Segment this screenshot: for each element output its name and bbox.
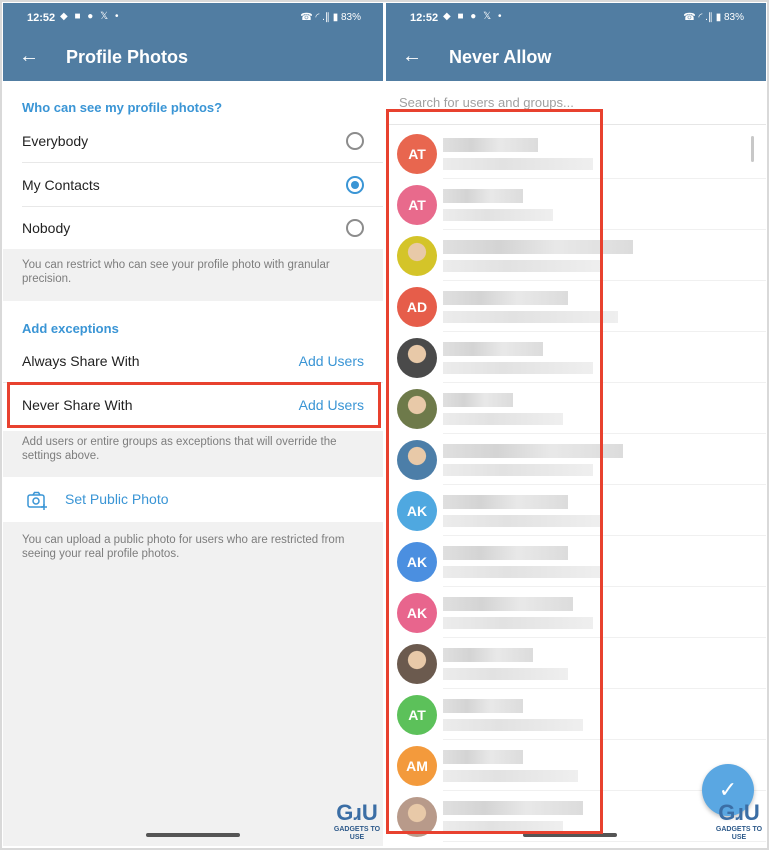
checkmark-icon: ✓ <box>718 777 738 802</box>
always-share-label: Always Share With <box>22 353 140 369</box>
option-label: Everybody <box>22 133 89 149</box>
back-arrow-icon[interactable]: ← <box>402 46 422 66</box>
who-can-see-header: Who can see my profile photos? <box>22 100 223 115</box>
back-arrow-icon[interactable]: ← <box>19 46 39 66</box>
set-public-photo-label: Set Public Photo <box>65 491 169 507</box>
exceptions-hint: Add users or entire groups as exceptions… <box>22 436 337 462</box>
status-bar: 12:52 ◆ ■ ● 𝕏 • ☎ ◜ .∥ ▮ 83% <box>386 3 766 33</box>
status-bar: 12:52 ◆ ■ ● 𝕏 • ☎ ◜ .∥ ▮ 83% <box>3 3 383 33</box>
contact-list-highlight-box <box>386 109 603 834</box>
who-can-see-section: Who can see my profile photos? Everybody… <box>3 81 383 249</box>
notification-icons: ◆ ■ ● 𝕏 • <box>60 11 121 22</box>
home-pill[interactable] <box>146 833 240 837</box>
page-title: Never Allow <box>449 47 552 67</box>
notification-icons: ◆ ■ ● 𝕏 • <box>443 11 504 22</box>
signal-icons: ☎ ◜ .∥ ▮ <box>300 12 339 23</box>
status-right: ☎ ◜ .∥ ▮ 83% <box>683 12 744 23</box>
app-bar: ← Profile Photos <box>3 33 383 81</box>
watermark-logo: GɹU GADGETS TO USE <box>333 800 381 841</box>
set-public-photo-row[interactable]: Set Public Photo <box>3 477 383 522</box>
option-nobody[interactable]: Nobody <box>3 206 383 250</box>
always-share-add-users-button[interactable]: Add Users <box>299 353 364 369</box>
camera-plus-icon <box>27 491 47 510</box>
nav-bar <box>3 824 383 846</box>
signal-icons: ☎ ◜ .∥ ▮ <box>683 12 722 23</box>
page-title: Profile Photos <box>66 47 189 67</box>
option-label: Nobody <box>22 220 71 236</box>
option-my-contacts[interactable]: My Contacts <box>3 163 383 207</box>
radio-button[interactable] <box>346 132 364 150</box>
watermark-logo: GɹU GADGETS TO USE <box>715 800 763 841</box>
always-share-row[interactable]: Always Share With Add Users <box>3 339 383 383</box>
watermark-brand: GɹU <box>718 800 760 825</box>
watermark-tagline: GADGETS TO USE <box>715 826 763 841</box>
battery-level: 83% <box>723 12 744 23</box>
public-photo-hint: You can upload a public photo for users … <box>22 534 345 560</box>
watermark-brand: GɹU <box>336 800 378 825</box>
status-time: 12:52 <box>27 12 56 24</box>
never-share-highlight-box <box>7 382 381 428</box>
app-bar: ← Never Allow <box>386 33 766 81</box>
option-everybody[interactable]: Everybody <box>3 119 383 163</box>
option-label: My Contacts <box>22 177 100 193</box>
search-input[interactable]: Search for users and groups... <box>399 95 574 110</box>
battery-level: 83% <box>340 12 361 23</box>
radio-button[interactable] <box>346 219 364 237</box>
radio-button-selected[interactable] <box>346 176 364 194</box>
exceptions-header: Add exceptions <box>22 321 119 336</box>
status-time: 12:52 <box>410 12 439 24</box>
status-right: ☎ ◜ .∥ ▮ 83% <box>300 12 361 23</box>
restrict-hint: You can restrict who can see your profil… <box>22 259 330 285</box>
watermark-tagline: GADGETS TO USE <box>333 826 381 841</box>
